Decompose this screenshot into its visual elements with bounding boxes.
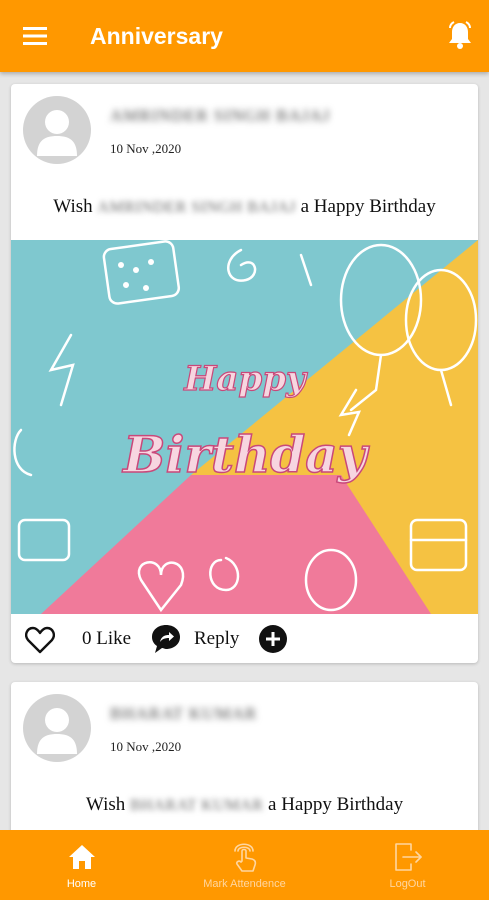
wish-prefix: Wish [53,196,93,217]
heart-icon[interactable] [25,626,55,654]
like-button[interactable]: 0 Like [82,628,131,650]
banner-line-happy: Happy [183,359,308,399]
wish-suffix: a Happy Birthday [268,794,404,815]
post-date: 10 Nov ,2020 [110,141,182,156]
birthday-banner-image[interactable]: Happy Birthday [11,240,478,614]
banner-line-birthday: Birthday [121,425,369,484]
post-card: AMRINDER SINGH BAJAJ 10 Nov ,2020 Wish A… [11,84,478,663]
like-count: 0 [82,628,92,649]
nav-home[interactable]: Home [0,830,163,900]
post-feed[interactable]: AMRINDER SINGH BAJAJ 10 Nov ,2020 Wish A… [0,72,489,830]
wish-text: Wish BHARAT KUMAR a Happy Birthday [11,794,478,816]
nav-logout-label: LogOut [389,878,426,890]
hamburger-menu-icon[interactable] [0,0,70,72]
post-author-name[interactable]: BHARAT KUMAR [110,704,257,724]
reply-button[interactable]: Reply [194,628,239,650]
wish-text: Wish AMRINDER SINGH BAJAJ a Happy Birthd… [11,196,478,218]
like-label: Like [96,628,132,649]
app-bar: Anniversary [0,0,489,72]
post-actions: 0 Like Reply [11,614,478,664]
post-author-name[interactable]: AMRINDER SINGH BAJAJ [110,106,330,126]
bottom-navigation: Home Mark Attendence LogOut [0,830,489,900]
nav-home-label: Home [66,878,97,890]
add-circle-icon[interactable] [259,625,287,653]
post-card: BHARAT KUMAR 10 Nov ,2020 Wish BHARAT KU… [11,682,478,830]
logout-icon [391,840,425,874]
reply-icon[interactable] [150,623,182,655]
avatar[interactable] [23,96,91,164]
bell-icon[interactable] [445,20,475,50]
wish-suffix: a Happy Birthday [300,196,436,217]
page-title: Anniversary [90,22,223,49]
avatar[interactable] [23,694,91,762]
touch-icon [228,840,262,874]
wish-name: BHARAT KUMAR [130,797,264,814]
wish-prefix: Wish [85,794,126,815]
post-date: 10 Nov ,2020 [110,739,182,754]
wish-name: AMRINDER SINGH BAJAJ [97,199,296,216]
home-icon [65,840,99,874]
nav-mark-attendence[interactable]: Mark Attendence [163,830,326,900]
nav-logout[interactable]: LogOut [326,830,489,900]
nav-mark-attendence-label: Mark Attendence [203,878,286,890]
